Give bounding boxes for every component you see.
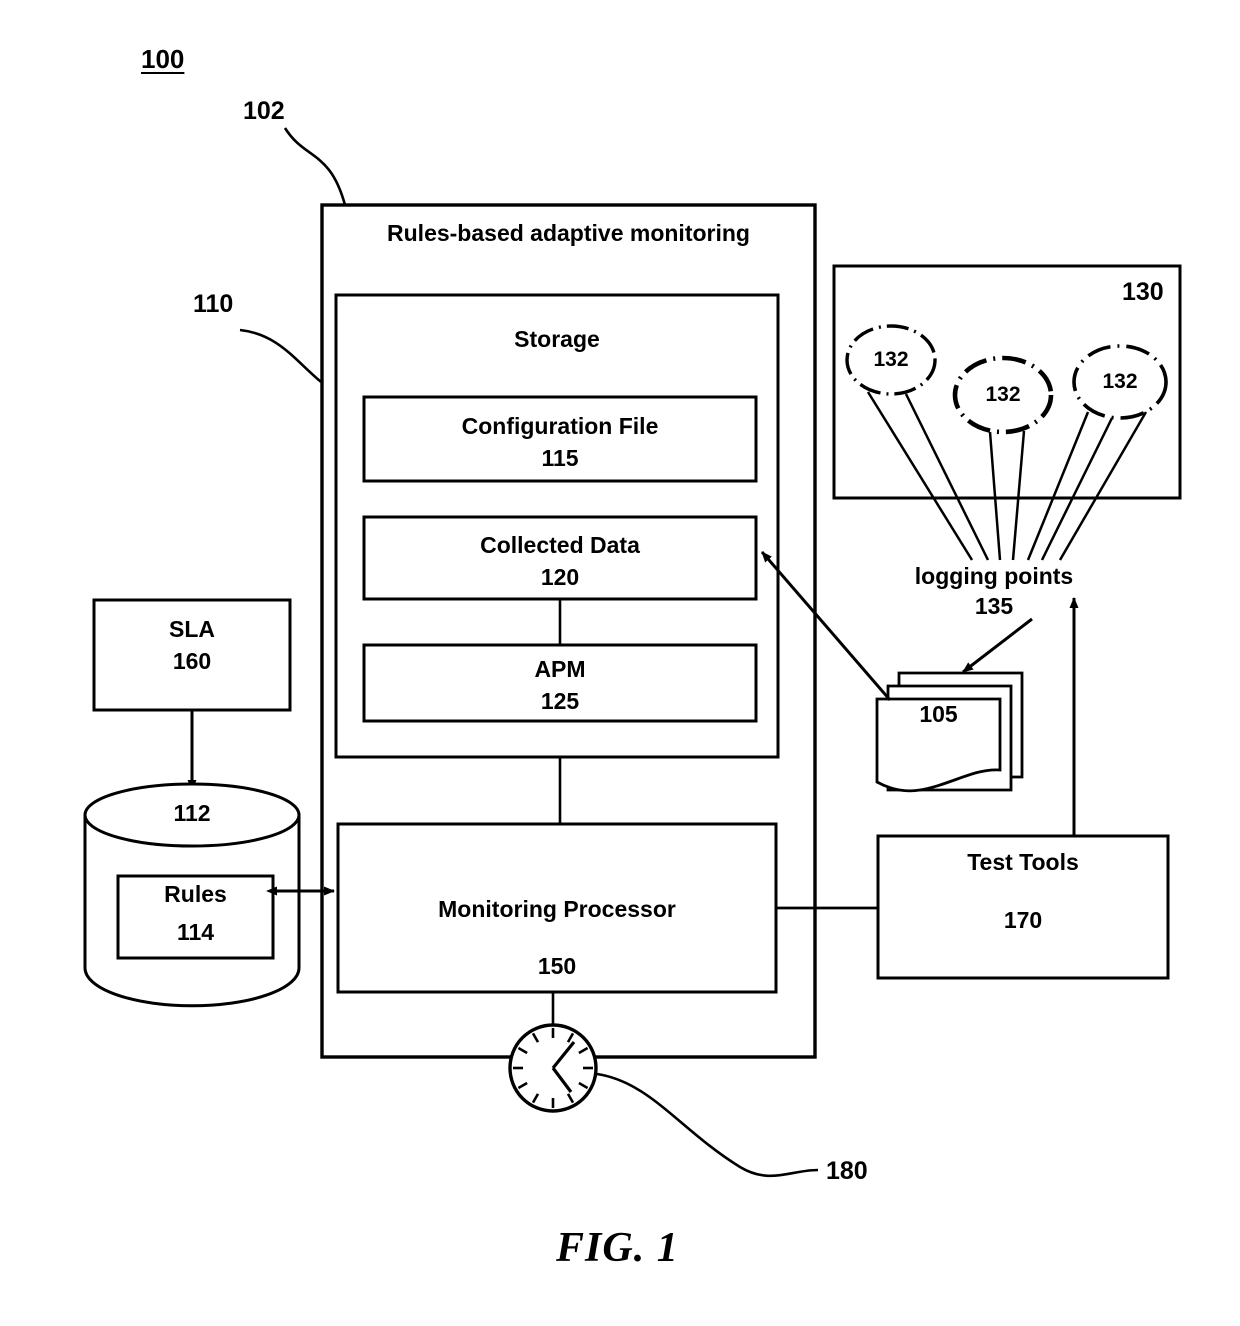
apm-number: 125 [540,688,580,714]
database-number-112: 112 [173,800,211,826]
leader-line-180 [596,1072,819,1178]
sla-label: SLA [169,616,215,642]
system-box-title: Rules-based adaptive monitoring [387,220,750,246]
figure-number-100: 100 [141,44,185,74]
monitoring-processor-label: Monitoring Processor [438,896,676,922]
clock-icon [508,1023,598,1113]
collected-data-number: 120 [540,564,580,590]
node-label-132-3: 132 [1102,370,1138,393]
configuration-file-label: Configuration File [461,413,659,439]
ref-label-102: 102 [243,97,285,125]
apm-label: APM [534,656,586,682]
application-box-number-130: 130 [1122,278,1164,306]
logging-points-number: 135 [974,593,1014,619]
clock-ref-label-180: 180 [826,1157,868,1185]
monitoring-processor-number: 150 [537,953,577,979]
configuration-file-number: 115 [541,445,579,471]
logging-points-label: logging points [914,563,1074,589]
node-label-132-2: 132 [985,383,1021,406]
leader-line-102 [283,127,347,206]
sla-number: 160 [172,648,212,674]
figure-caption: FIG. 1 [556,1225,679,1271]
node-label-132-1: 132 [873,348,909,371]
test-tools-label: Test Tools [967,849,1079,875]
documents-stack-105 [875,671,1024,793]
arrow-logging-points-to-documents [962,617,1033,674]
collected-data-label: Collected Data [480,532,640,558]
rules-label: Rules [164,881,227,907]
test-tools-number: 170 [1003,907,1043,933]
storage-box-title: Storage [514,326,600,352]
ref-label-110: 110 [193,290,234,318]
documents-number-105: 105 [919,701,958,727]
patent-figure-1: 100 102 110 Rules-based adaptive monitor… [0,0,1240,1326]
rules-number: 114 [176,919,215,945]
